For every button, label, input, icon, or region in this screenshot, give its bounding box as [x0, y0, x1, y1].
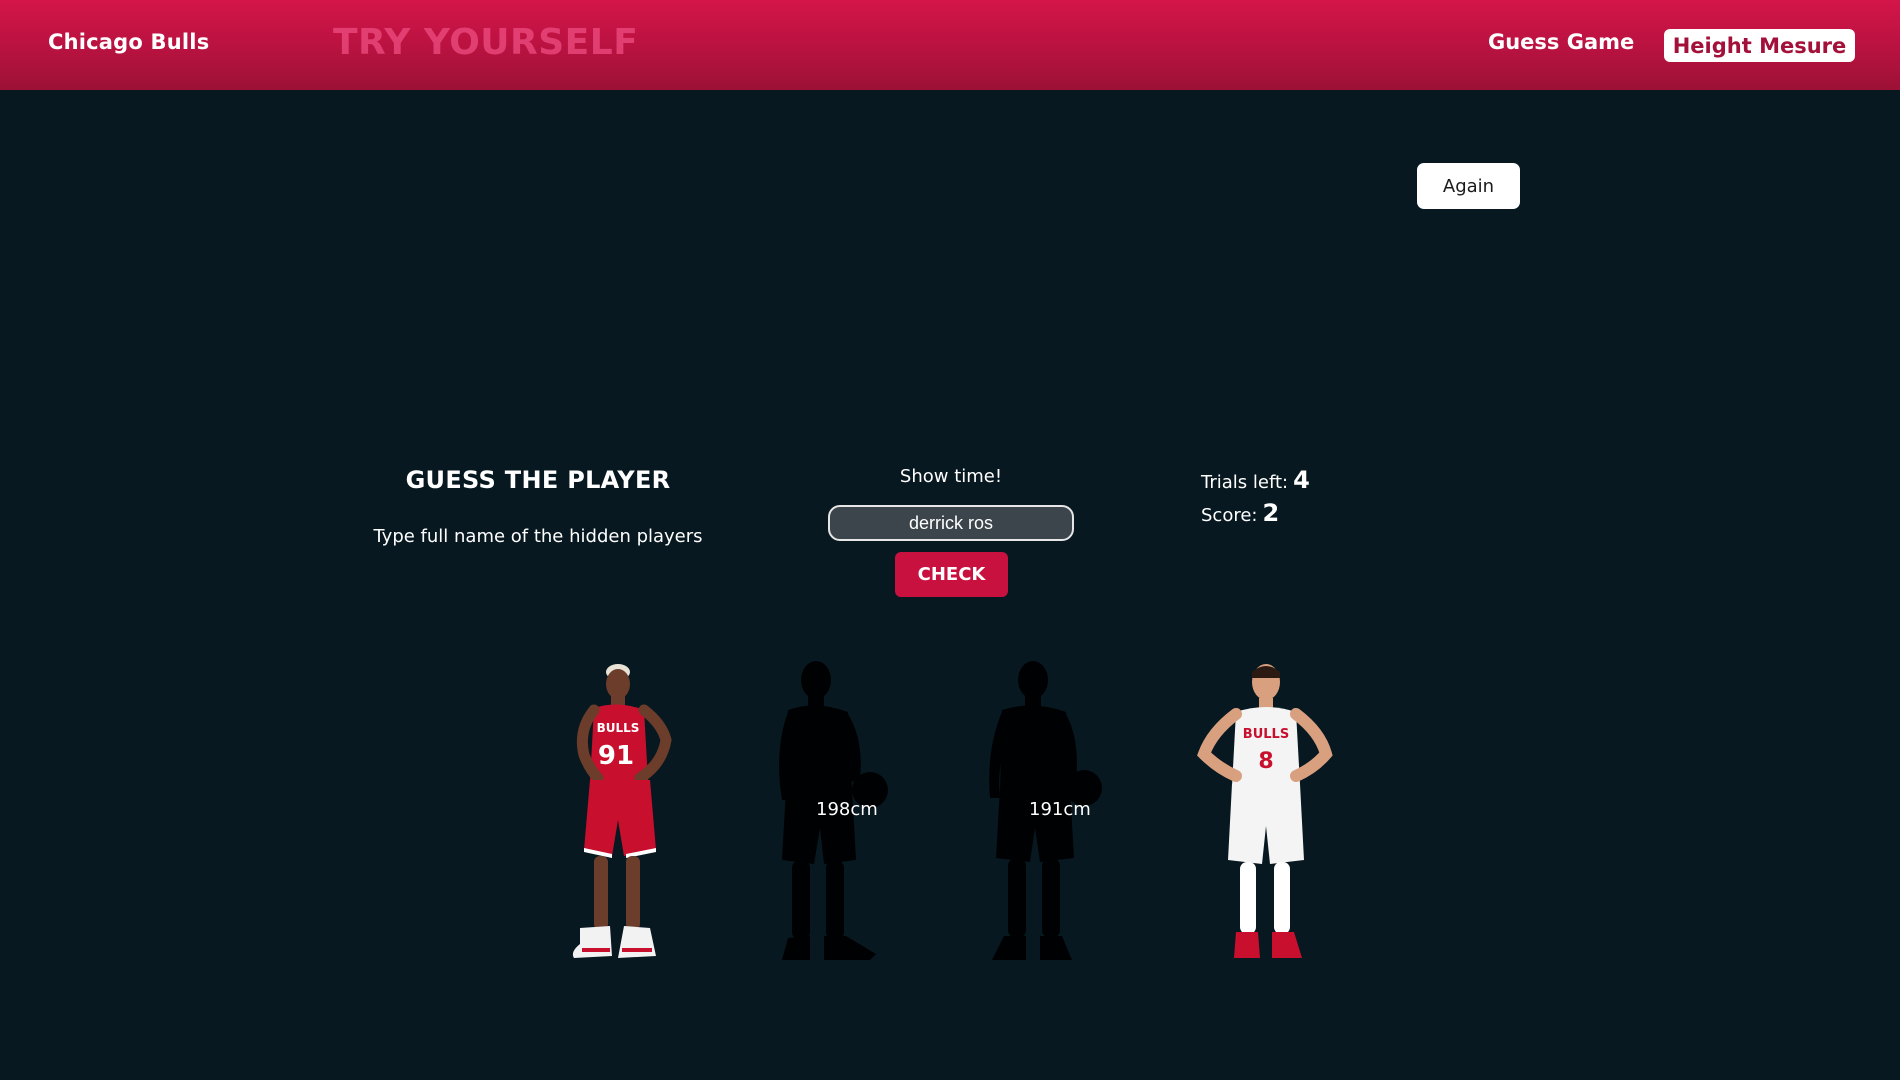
player-height-label: 191cm	[1029, 799, 1091, 820]
check-button[interactable]: CHECK	[895, 552, 1008, 597]
trials-value: 4	[1293, 466, 1310, 494]
hero-title: TRY YOURSELF	[333, 22, 639, 63]
brand-link[interactable]: Chicago Bulls	[48, 30, 209, 54]
game-instructions: Type full name of the hidden players	[373, 526, 703, 547]
score-label: Score:	[1201, 505, 1258, 526]
player-card-2: 198cm	[770, 660, 900, 965]
player-card-1: BULLS 91	[560, 660, 700, 965]
player-card-3: 191cm	[980, 660, 1110, 965]
again-button[interactable]: Again	[1417, 163, 1520, 209]
score-value: 2	[1262, 499, 1280, 527]
player-image-rodman: BULLS 91	[572, 664, 672, 958]
nav-height-measure[interactable]: Height Mesure	[1664, 29, 1855, 62]
show-time-label: Show time!	[899, 466, 1003, 487]
trials-left: Trials left: 4	[1201, 466, 1310, 499]
stats-panel: Trials left: 4 Score: 2	[1201, 466, 1310, 532]
player-card-4: BULLS 8	[1190, 660, 1340, 965]
svg-text:BULLS: BULLS	[1243, 727, 1289, 742]
nav-guess-game[interactable]: Guess Game	[1488, 30, 1634, 54]
top-nav-bar: Chicago Bulls TRY YOURSELF Guess Game He…	[0, 0, 1900, 90]
svg-text:BULLS: BULLS	[597, 721, 640, 735]
score: Score: 2	[1201, 499, 1310, 532]
game-title: GUESS THE PLAYER	[405, 466, 671, 494]
svg-text:91: 91	[598, 741, 634, 771]
guess-input[interactable]	[828, 505, 1074, 541]
player-height-label: 198cm	[816, 799, 878, 820]
svg-text:8: 8	[1258, 749, 1273, 774]
trials-label: Trials left:	[1201, 472, 1289, 493]
player-image-lavine: BULLS 8	[1197, 664, 1333, 958]
